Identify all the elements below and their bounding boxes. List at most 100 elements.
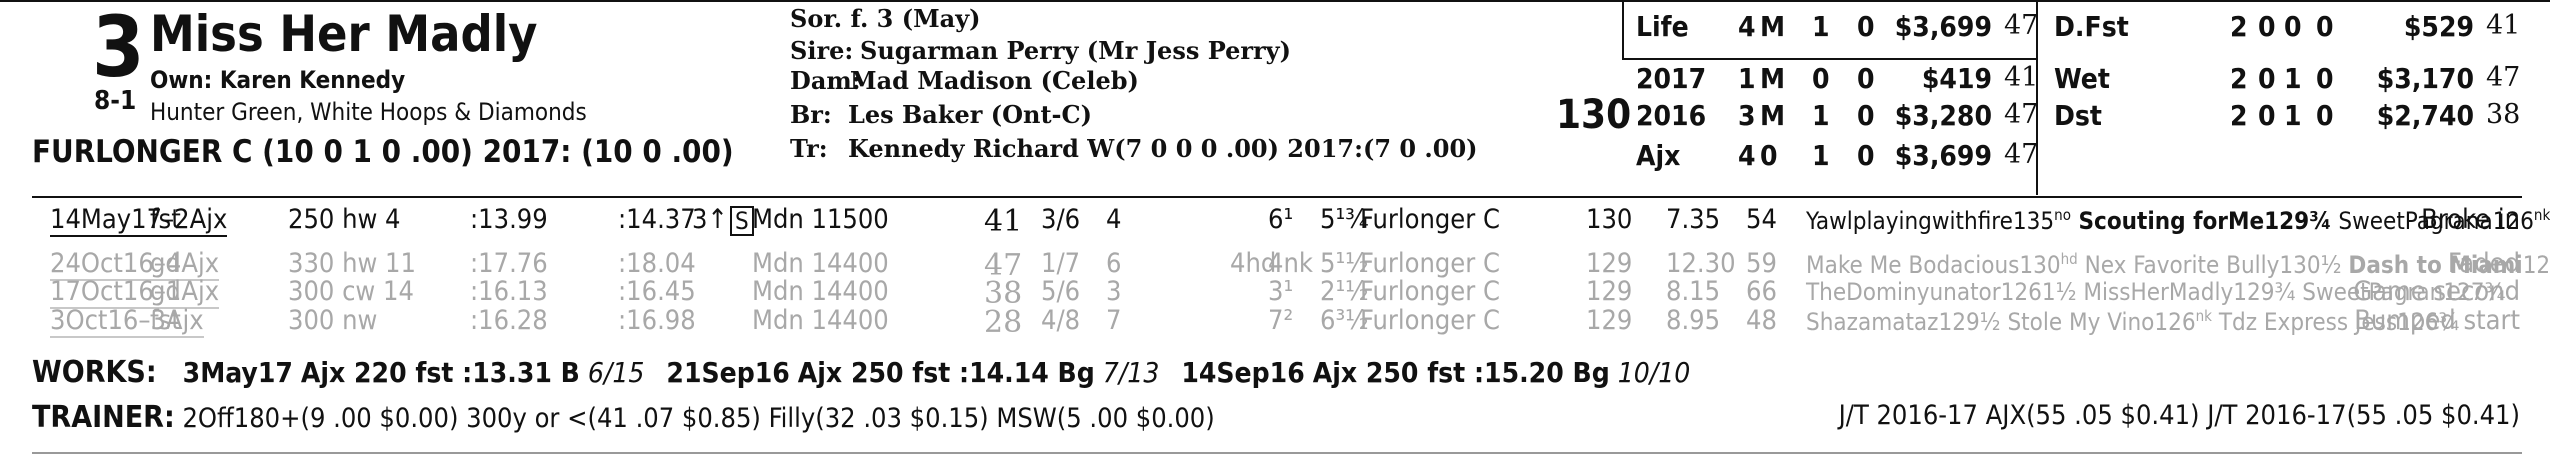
pp-odds: 7.35 xyxy=(1666,204,1721,235)
sire: Sugarman Perry (Mr Jess Perry) xyxy=(860,36,1291,65)
record-right-w: 0 xyxy=(2258,99,2276,132)
work-track: Ajx xyxy=(1312,356,1366,389)
record-left-speed: 47 xyxy=(2004,99,2039,130)
record-left-s: 0 xyxy=(1857,10,1875,43)
pp-odds: 12.30 xyxy=(1666,248,1736,279)
record-left-starts: 3 xyxy=(1738,99,1756,132)
pp-jockey: Furlonger C xyxy=(1360,276,1500,307)
record-right-label: Wet xyxy=(2054,62,2110,95)
pp-dist: 300 cw 14 xyxy=(288,276,414,307)
trainer: Kennedy Richard W(7 0 0 0 .00) 2017:(7 0… xyxy=(848,134,1478,163)
work-rank: 10/10 xyxy=(1617,356,1691,389)
pp-time1: :17.76 xyxy=(470,248,548,279)
pp-state-bred: S xyxy=(730,206,754,236)
pp-time1: :16.28 xyxy=(470,305,548,336)
work-detail: 220 fst :13.31 B xyxy=(354,356,580,389)
record-left-earnings: $419 xyxy=(1921,62,1992,95)
weight: 130 xyxy=(1556,92,1632,138)
record-left-speed: 41 xyxy=(2004,62,2039,93)
pp-beyer: 41 xyxy=(984,204,1023,239)
pp-comment-part: Yawlplayingwithfire135 xyxy=(1806,207,2055,235)
record-left-p: 0 xyxy=(1812,62,1830,95)
pp-post: 1/7 xyxy=(1041,248,1081,279)
record-left-starts: 4 xyxy=(1738,10,1756,43)
pp-time2: :18.04 xyxy=(618,248,696,279)
pp-trip-note: Broke in xyxy=(2421,204,2520,235)
record-right-s: 0 xyxy=(2316,99,2334,132)
pp-weight: 129 xyxy=(1586,248,1633,279)
breeder-label: Br: xyxy=(790,100,832,129)
pp-beyer: 28 xyxy=(984,305,1023,340)
record-left-earnings: $3,280 xyxy=(1894,99,1992,132)
record-left-starts: 4 xyxy=(1738,139,1756,172)
record-right-p: 1 xyxy=(2284,62,2302,95)
pp-comment-part: Scouting forMe129 xyxy=(2070,207,2310,235)
pp-trip-note: Bumped start xyxy=(2354,305,2520,336)
record-right-starts: 2 xyxy=(2230,99,2248,132)
pp-age: 3↑ xyxy=(692,204,728,235)
record-right-w: 0 xyxy=(2258,10,2276,43)
pp-speed: 48 xyxy=(1746,305,1777,336)
pp-start: 7 xyxy=(1106,305,1122,336)
pp-comment-part: ¾ xyxy=(2309,207,2332,235)
record-box-left xyxy=(1622,0,1624,60)
record-right-p: 0 xyxy=(2284,10,2302,43)
pp-race: Mdn 14400 xyxy=(752,305,889,336)
pp-dist: 330 hw 11 xyxy=(288,248,416,279)
record-left-starts: 1 xyxy=(1738,62,1756,95)
pp-time1: :13.99 xyxy=(470,204,548,235)
record-right-speed: 47 xyxy=(2486,62,2521,93)
silks: Hunter Green, White Hoops & Diamonds xyxy=(150,98,587,126)
pp-comment-part: hd xyxy=(2060,250,2078,268)
record-right-s: 0 xyxy=(2316,62,2334,95)
work-track: Ajx xyxy=(797,356,851,389)
breeder: Les Baker (Ont-C) xyxy=(848,100,1092,129)
pp-time2: :16.45 xyxy=(618,276,696,307)
pp-post: 5/6 xyxy=(1041,276,1081,307)
record-left-earnings: $3,699 xyxy=(1894,10,1992,43)
record-left-w: M xyxy=(1760,10,1786,43)
pp-comment-part: Make Me Bodacious130 xyxy=(1806,251,2061,279)
pp-weight: 130 xyxy=(1586,204,1633,235)
pp-comment-part: 129½ xyxy=(2522,251,2550,279)
record-left-label: 2017 xyxy=(1636,62,1707,95)
jt-stats: J/T 2016-17 AJX(55 .05 $0.41) J/T 2016-1… xyxy=(1838,400,2520,431)
record-left-earnings: $3,699 xyxy=(1894,139,1992,172)
trainer-stats-label: TRAINER: xyxy=(32,400,175,435)
pp-cond: fst xyxy=(150,204,181,237)
pp-post: 3/6 xyxy=(1041,204,1081,235)
record-right-speed: 41 xyxy=(2486,10,2521,41)
record-right-w: 0 xyxy=(2258,62,2276,95)
work-detail: 250 fst :14.14 Bg xyxy=(850,356,1095,389)
sex-age: Sor. f. 3 (May) xyxy=(790,4,981,33)
pp-trip-note: Faded xyxy=(2447,248,2520,279)
record-left-label: Life xyxy=(1636,10,1689,43)
record-left-label: 2016 xyxy=(1636,99,1707,132)
pp-start: 3 xyxy=(1106,276,1122,307)
pp-race: Mdn 14400 xyxy=(752,276,889,307)
odds: 8-1 xyxy=(94,86,137,116)
horse-name: Miss Her Madly xyxy=(150,5,538,63)
owner: Own: Karen Kennedy xyxy=(150,66,406,94)
pp-comment: Make Me Bodacious130hd Nex Favorite Bull… xyxy=(1806,250,2550,279)
work-rank: 7/13 xyxy=(1102,356,1160,389)
record-left-s: 0 xyxy=(1857,62,1875,95)
sire-label: Sire: xyxy=(790,36,854,65)
work-item: 14Sep16 Ajx 250 fst :15.20 Bg 10/10 xyxy=(1181,356,1690,389)
record-right-label: D.Fst xyxy=(2054,10,2129,43)
pp-time2: :16.98 xyxy=(618,305,696,336)
work-date: 14Sep16 xyxy=(1181,356,1305,389)
trainer-stats-text: 2Off180+(9 .00 $0.00) 300y or <(41 .07 $… xyxy=(182,403,1215,434)
work-rank: 6/15 xyxy=(587,356,645,389)
pp-date: 14May17–2Ajx xyxy=(50,204,228,237)
record-left-w: M xyxy=(1760,62,1786,95)
works-label: WORKS: xyxy=(32,355,157,390)
pp-trip-note: Game second xyxy=(2353,276,2520,307)
record-right-starts: 2 xyxy=(2230,62,2248,95)
record-left-p: 1 xyxy=(1812,139,1830,172)
pp-jockey: Furlonger C xyxy=(1360,305,1500,336)
works-items: 3May17 Ajx 220 fst :13.31 B 6/15 21Sep16 A… xyxy=(165,356,1691,389)
work-track: Ajx xyxy=(300,356,355,389)
record-left-p: 1 xyxy=(1812,99,1830,132)
dam: Mad Madison (Celeb) xyxy=(850,66,1139,95)
